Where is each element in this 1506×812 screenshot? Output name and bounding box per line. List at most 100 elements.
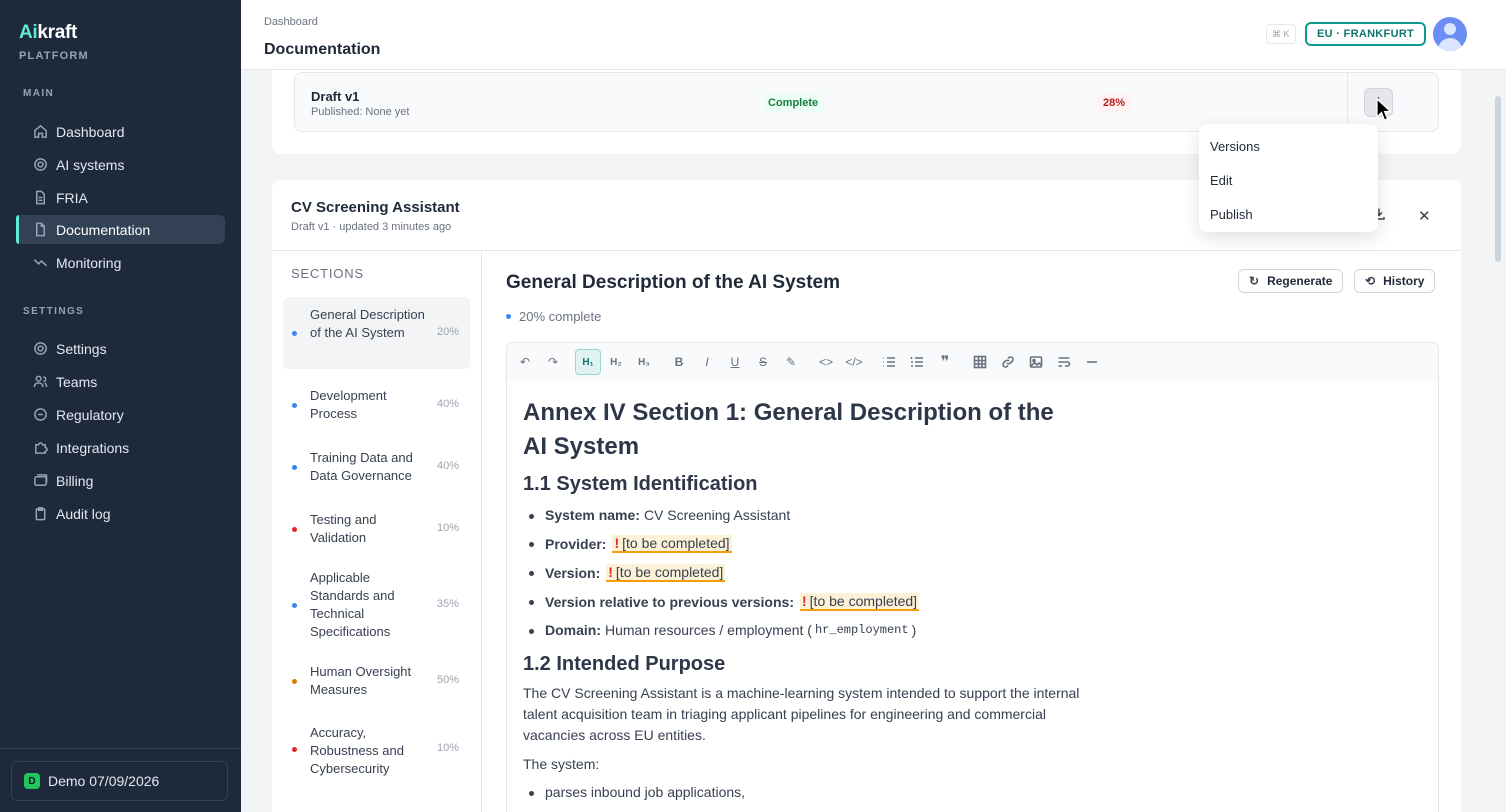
workspace-initial: D [24,773,40,789]
bold-icon[interactable]: B [666,349,692,375]
document-card: CV Screening Assistant Draft v1 · update… [272,180,1461,812]
heading-2-icon[interactable]: H₂ [603,349,629,375]
section-item-testing-validation[interactable]: Testing and Validation 10% [283,503,470,555]
region-badge[interactable]: EU · FRANKFURT [1305,22,1427,46]
ordered-list-icon[interactable] [904,349,930,375]
paragraph: The CV Screening Assistant is a machine-… [523,685,1080,743]
mouse-cursor-icon [1376,98,1392,121]
breadcrumb[interactable]: Dashboard [264,16,318,28]
undo-icon[interactable]: ↶ [512,349,538,375]
sidebar-item-billing[interactable]: Billing [16,466,225,495]
status-dot [292,331,297,336]
top-header: Dashboard Documentation ⌘ K EU · FRANKFU… [241,0,1506,70]
highlight-icon[interactable]: ✎ [778,349,804,375]
version-name: Draft v1 [311,89,360,104]
heading-3-icon[interactable]: H₃ [631,349,657,375]
sidebar-item-settings[interactable]: Settings [16,334,225,363]
status-dot [292,747,297,752]
placeholder-marker[interactable]: ! [to be completed] [606,564,726,582]
sidebar-item-documentation[interactable]: Documentation [16,215,225,244]
version-published: Published: None yet [311,106,410,118]
command-palette-shortcut[interactable]: ⌘ K [1266,24,1296,44]
bullet-list-icon[interactable] [876,349,902,375]
quote-icon[interactable]: ❞ [932,349,958,375]
warning-icon: ! [802,593,807,609]
section-editor: General Description of the AI System 20%… [483,251,1461,812]
sections-label: SECTIONS [291,266,364,281]
brand-logo[interactable]: Aikraft [19,22,77,44]
section-progress: 20% complete [506,309,601,324]
users-icon [32,374,48,390]
status-dot [292,527,297,532]
placeholder-marker[interactable]: ! [to be completed] [612,535,732,553]
section-item-accuracy-robustness[interactable]: Accuracy, Robustness and Cybersecurity 1… [283,717,470,783]
strikethrough-icon[interactable]: S [750,349,776,375]
document-title: CV Screening Assistant [291,199,460,216]
warning-icon: ! [608,564,613,580]
history-icon: ⟲ [1365,274,1376,288]
page-scrollbar[interactable] [1493,70,1503,812]
text-wrap-icon[interactable] [1051,349,1077,375]
nav-section-settings: SETTINGS [23,306,85,317]
section-item-development-process[interactable]: Development Process 40% [283,379,470,431]
home-icon [32,124,48,140]
table-row: Draft v1 Published: None yet Complete 28… [294,72,1439,132]
italic-icon[interactable]: I [694,349,720,375]
sidebar-footer: D Demo 07/09/2026 [0,748,241,812]
info-icon [32,407,48,423]
sections-nav: SECTIONS General Description of the AI S… [272,251,482,812]
underline-icon[interactable]: U [722,349,748,375]
status-dot [292,403,297,408]
file-icon [32,190,48,206]
sidebar-item-dashboard[interactable]: Dashboard [16,117,225,146]
section-item-general-description[interactable]: General Description of the AI System 20% [283,297,470,369]
puzzle-icon [32,440,48,456]
section-item-human-oversight[interactable]: Human Oversight Measures 50% [283,655,470,707]
redo-icon[interactable]: ↷ [540,349,566,375]
sidebar-item-regulatory[interactable]: Regulatory [16,400,225,429]
sidebar-item-integrations[interactable]: Integrations [16,433,225,462]
placeholder-marker[interactable]: ! [to be completed] [800,593,920,611]
section-item-training-data[interactable]: Training Data and Data Governance 40% [283,441,470,493]
status-dot [506,314,511,319]
document-subtitle: Draft v1 · updated 3 minutes ago [291,221,452,233]
menu-item-publish[interactable]: Publish [1199,197,1378,231]
image-icon[interactable] [1023,349,1049,375]
menu-item-versions[interactable]: Versions [1199,129,1378,163]
sidebar: Aikraft PLATFORM MAIN Dashboard AI syste… [0,0,241,812]
history-button[interactable]: ⟲ History [1354,269,1436,293]
sidebar-item-monitoring[interactable]: Monitoring [16,248,225,277]
section-item-applicable-standards[interactable]: Applicable Standards and Technical Speci… [283,565,470,645]
close-icon[interactable]: ✕ [1418,207,1431,225]
brand-subtitle: PLATFORM [19,50,89,62]
workspace-label: Demo 07/09/2026 [48,773,160,789]
menu-item-edit[interactable]: Edit [1199,163,1378,197]
sidebar-item-audit-log[interactable]: Audit log [16,499,225,528]
status-dot [292,679,297,684]
heading-1-icon[interactable]: H₁ [575,349,601,375]
table-icon[interactable] [967,349,993,375]
editor-content[interactable]: Annex IV Section 1: General Description … [506,381,1439,812]
code-icon[interactable]: <> [813,349,839,375]
status-badge: Complete [762,94,825,112]
gear-icon [32,341,48,357]
horizontal-rule-icon[interactable] [1079,349,1105,375]
sidebar-item-fria[interactable]: FRIA [16,183,225,212]
sidebar-item-teams[interactable]: Teams [16,367,225,396]
scrollbar-thumb[interactable] [1495,96,1501,262]
list-item: parses inbound job applications, [528,784,746,800]
page-title: Documentation [264,41,381,58]
link-icon[interactable] [995,349,1021,375]
list-item: Version: ! [to be completed] [528,564,726,582]
workspace-switcher[interactable]: D Demo 07/09/2026 [11,761,228,801]
code-block-icon[interactable]: </> [841,349,867,375]
document-heading: Annex IV Section 1: General Description … [523,399,1054,460]
doc-icon [32,222,48,238]
paragraph: The system: [523,756,600,772]
avatar[interactable] [1433,17,1467,51]
sidebar-item-ai-systems[interactable]: AI systems [16,150,225,179]
regenerate-button[interactable]: ↻ Regenerate [1238,269,1344,293]
card-icon [32,473,48,489]
list-item: Domain: Human resources / employment (hr_… [528,622,917,638]
trend-icon [32,255,48,271]
